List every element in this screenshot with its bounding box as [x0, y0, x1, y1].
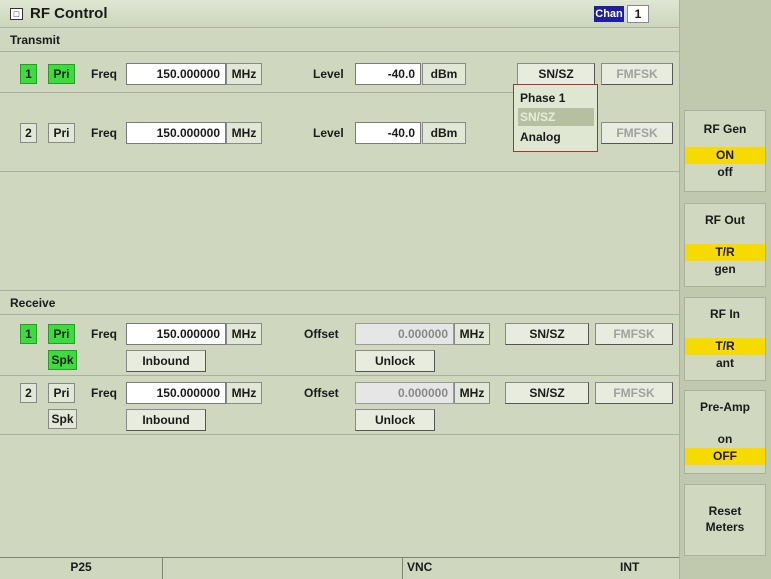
tx2-freq-label: Freq	[91, 126, 118, 140]
rx2-mode-button[interactable]: SN/SZ	[505, 382, 589, 404]
rf-gen-softkey[interactable]: RF Gen ON off	[684, 110, 766, 192]
tx2-level-field[interactable]: -40.0	[355, 122, 421, 144]
rx1-unlock-button[interactable]: Unlock	[355, 350, 435, 372]
rx2-unlock-button[interactable]: Unlock	[355, 409, 435, 431]
dropdown-option-analog[interactable]: Analog	[518, 128, 594, 146]
rx2-offset-field[interactable]: 0.000000	[355, 382, 454, 404]
rf-gen-label: RF Gen	[703, 122, 747, 136]
rx2-spk-toggle[interactable]: Spk	[48, 409, 77, 429]
rx2-offset-unit[interactable]: MHz	[454, 382, 490, 404]
meters-label: Meters	[705, 520, 745, 534]
preamp-on: on	[717, 432, 733, 446]
reset-meters-softkey[interactable]: Reset Meters	[684, 484, 766, 556]
rx1-offset-label: Offset	[304, 327, 339, 341]
tx1-fmfsk-button[interactable]: FMFSK	[601, 63, 673, 85]
window-icon[interactable]: □	[10, 8, 23, 20]
tx2-freq-unit[interactable]: MHz	[226, 122, 262, 144]
rx1-freq-field[interactable]: 150.000000	[126, 323, 226, 345]
tx1-level-unit[interactable]: dBm	[422, 63, 466, 85]
rx2-number[interactable]: 2	[20, 383, 37, 403]
rx1-inbound-button[interactable]: Inbound	[126, 350, 206, 372]
tx1-level-label: Level	[313, 67, 344, 81]
chan-selector[interactable]: 1	[627, 5, 649, 23]
rx1-fmfsk-button[interactable]: FMFSK	[595, 323, 673, 345]
preamp-softkey[interactable]: Pre-Amp on OFF	[684, 390, 766, 474]
status-ref: INT	[620, 560, 640, 574]
rx2-freq-unit[interactable]: MHz	[226, 382, 262, 404]
rf-in-ant: ant	[716, 356, 734, 370]
tx2-fmfsk-button[interactable]: FMFSK	[601, 122, 673, 144]
tx1-mode-button[interactable]: SN/SZ	[517, 63, 595, 85]
rx2-inbound-button[interactable]: Inbound	[126, 409, 206, 431]
tx1-freq-field[interactable]: 150.000000	[126, 63, 226, 85]
preamp-off: OFF	[685, 448, 765, 465]
rx1-freq-unit[interactable]: MHz	[226, 323, 262, 345]
rf-out-softkey[interactable]: RF Out T/R gen	[684, 203, 766, 287]
chan-label: Chan	[594, 6, 624, 22]
tx2-level-label: Level	[313, 126, 344, 140]
rf-in-tr: T/R	[685, 338, 765, 355]
status-middle	[163, 557, 403, 579]
tx2-number[interactable]: 2	[20, 123, 37, 143]
rx1-spk-toggle[interactable]: Spk	[48, 350, 77, 370]
rx2-pri-toggle[interactable]: Pri	[48, 383, 75, 403]
dropdown-option-phase1[interactable]: Phase 1	[518, 89, 594, 107]
rx2-freq-field[interactable]: 150.000000	[126, 382, 226, 404]
reset-label: Reset	[708, 504, 742, 518]
rf-out-label: RF Out	[705, 213, 745, 227]
tx1-freq-unit[interactable]: MHz	[226, 63, 262, 85]
rx1-pri-toggle[interactable]: Pri	[48, 324, 75, 344]
rf-out-tr: T/R	[685, 244, 765, 261]
rf-out-gen: gen	[714, 262, 736, 276]
transmit-title: Transmit	[10, 33, 61, 47]
window-title: RF Control	[30, 5, 108, 22]
tx1-freq-label: Freq	[91, 67, 118, 81]
rf-in-label: RF In	[710, 307, 740, 321]
dropdown-option-snsz[interactable]: SN/SZ	[518, 108, 594, 126]
rx1-number[interactable]: 1	[20, 324, 37, 344]
rx2-offset-label: Offset	[304, 386, 339, 400]
rf-gen-on: ON	[685, 147, 765, 164]
rx2-fmfsk-button[interactable]: FMFSK	[595, 382, 673, 404]
tx1-level-field[interactable]: -40.0	[355, 63, 421, 85]
rx1-freq-label: Freq	[91, 327, 118, 341]
rx1-offset-unit[interactable]: MHz	[454, 323, 490, 345]
rx1-mode-button[interactable]: SN/SZ	[505, 323, 589, 345]
receive-title: Receive	[10, 296, 56, 310]
mode-dropdown: Phase 1 SN/SZ Analog	[513, 84, 598, 152]
rx1-offset-field[interactable]: 0.000000	[355, 323, 454, 345]
tx2-pri-toggle[interactable]: Pri	[48, 123, 75, 143]
tx2-level-unit[interactable]: dBm	[422, 122, 466, 144]
status-mode: P25	[0, 557, 163, 579]
tx2-freq-field[interactable]: 150.000000	[126, 122, 226, 144]
tx1-number[interactable]: 1	[20, 64, 37, 84]
rf-gen-off: off	[717, 165, 733, 179]
rf-in-softkey[interactable]: RF In T/R ant	[684, 297, 766, 381]
rx2-freq-label: Freq	[91, 386, 118, 400]
tx1-pri-toggle[interactable]: Pri	[48, 64, 75, 84]
preamp-label: Pre-Amp	[699, 400, 750, 414]
